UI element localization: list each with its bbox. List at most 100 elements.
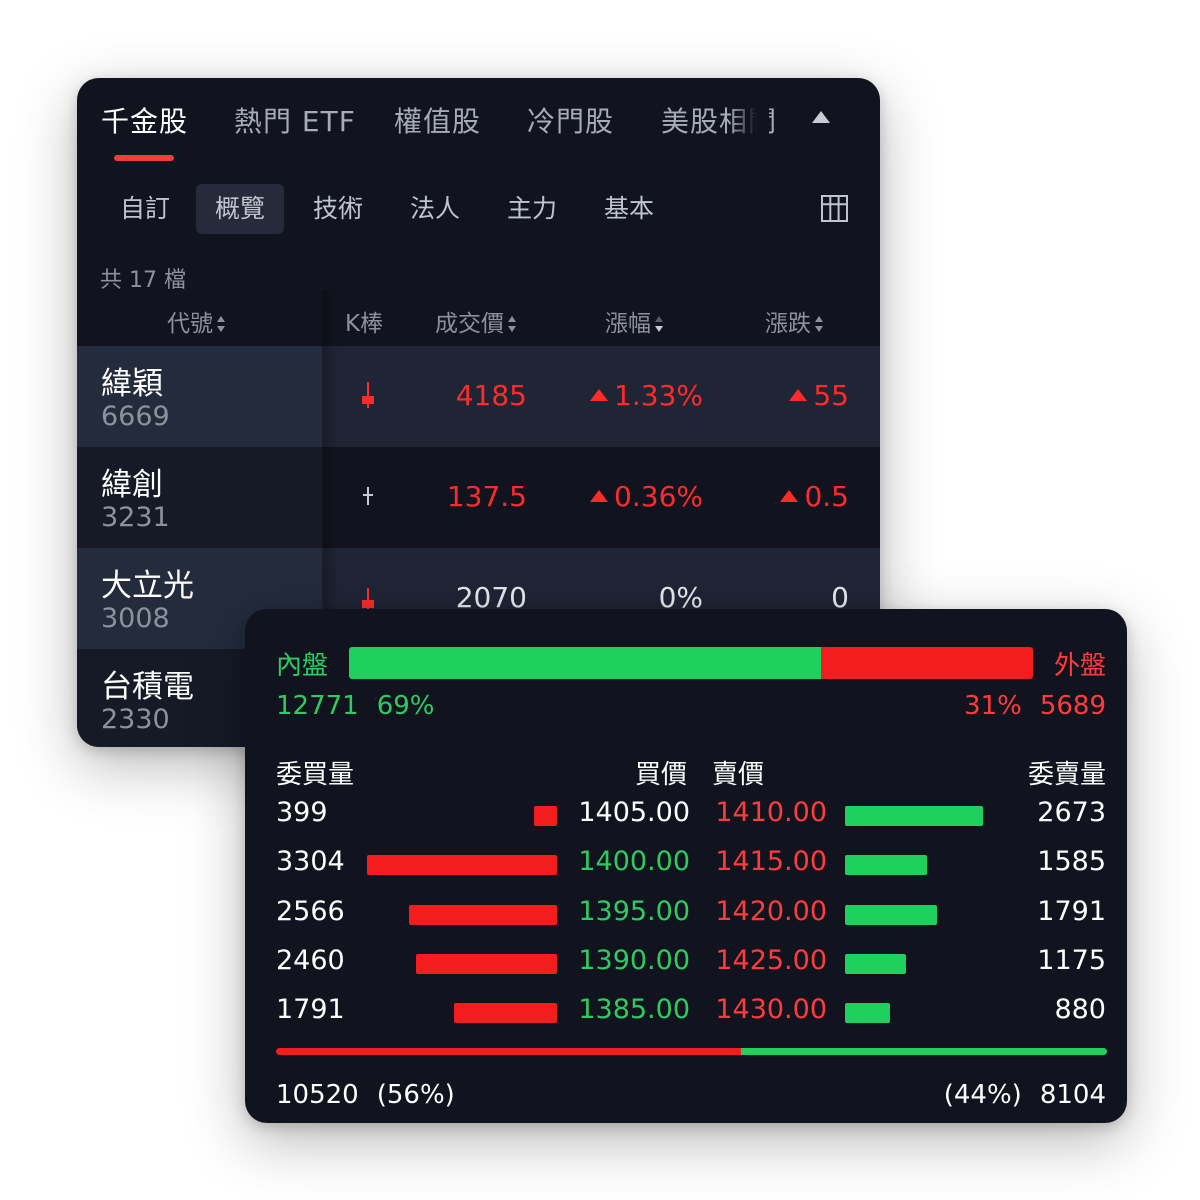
bid-volume-bar [415, 953, 557, 974]
column-header-code[interactable]: 代號 [167, 304, 226, 338]
candlestick-icon [362, 382, 374, 408]
ask-price[interactable]: 1425.00 [715, 945, 827, 976]
sort-icon [815, 316, 824, 332]
tab-unpopular-stocks[interactable]: 冷門股 [527, 100, 614, 140]
ask-price-header: 賣價 [712, 760, 765, 790]
up-arrow-icon [780, 490, 799, 502]
up-arrow-icon [590, 389, 609, 401]
order-book-panel: 內盤 外盤 12771 69% 31% 5689 委買量 買價 賣價 委賣量 399… [245, 609, 1127, 1123]
inner-volume-label: 內盤 [276, 651, 329, 681]
column-header-change-pct-label: 漲幅 [605, 311, 651, 337]
bid-volume: 3304 [276, 846, 345, 878]
ask-price[interactable]: 1410.00 [715, 797, 827, 828]
ask-price[interactable]: 1415.00 [715, 846, 827, 877]
stock-count: 共 17 檔 [100, 268, 186, 293]
stock-name-cell: 緯創 3231 [77, 447, 323, 548]
column-header-price[interactable]: 成交價 [435, 304, 517, 338]
bid-price[interactable]: 1390.00 [578, 945, 690, 976]
stock-change-pct-value: 0.36% [614, 480, 703, 513]
sort-icon [217, 316, 226, 332]
stock-row[interactable]: 緯穎 6669 4185 1.33% 55 [77, 346, 880, 447]
ask-volume-bar [845, 855, 927, 876]
candlestick-icon [363, 487, 373, 505]
bid-volume-bar [454, 1003, 557, 1024]
subtab-institutional[interactable]: 法人 [391, 184, 479, 234]
bid-volume: 2460 [276, 944, 345, 976]
column-header-price-label: 成交價 [435, 311, 504, 337]
ask-volume: 1175 [1037, 944, 1106, 976]
ask-price[interactable]: 1420.00 [715, 896, 827, 927]
inner-ratio-fill [349, 647, 821, 679]
bid-price[interactable]: 1395.00 [578, 896, 690, 927]
ask-volume-bar [845, 904, 938, 925]
total-ask: (44%) 8104 [944, 1080, 1106, 1110]
tab-weighted-stocks[interactable]: 權值股 [394, 100, 481, 140]
ask-volume-bar [845, 953, 906, 974]
stock-change-pct: 1.33% [590, 379, 703, 412]
column-header-change-pct[interactable]: 漲幅 [605, 304, 664, 338]
total-ask-fill [741, 1048, 1107, 1055]
stock-row[interactable]: 緯創 3231 137.5 0.36% 0.5 [77, 447, 880, 548]
order-book-row[interactable]: 3304 1400.00 1415.00 1585 [245, 846, 1127, 895]
subtab-fundamentals[interactable]: 基本 [585, 184, 673, 234]
bid-volume: 2566 [276, 895, 345, 927]
up-arrow-icon [789, 389, 808, 401]
column-header-change[interactable]: 漲跌 [765, 304, 824, 338]
grid-layout-icon[interactable] [821, 195, 848, 222]
outer-ratio-fill [820, 647, 1033, 679]
bid-volume: 1791 [276, 994, 345, 1026]
subtab-major-players[interactable]: 主力 [488, 184, 576, 234]
stock-change-pct: 0.36% [590, 480, 703, 513]
view-subtabs: 自訂 概覽 技術 法人 主力 基本 [77, 184, 880, 234]
stock-change-value: 55 [813, 379, 849, 412]
category-tabs: 千金股 熱門 ETF 權值股 冷門股 美股相關 [77, 78, 880, 168]
ask-price[interactable]: 1430.00 [715, 994, 827, 1025]
ask-volume: 880 [1054, 994, 1106, 1026]
total-bid-pct: (56%) [376, 1080, 455, 1110]
order-book-row[interactable]: 2566 1395.00 1420.00 1791 [245, 896, 1127, 945]
stock-price: 4185 [455, 379, 527, 412]
ask-volume: 1791 [1037, 895, 1106, 927]
bid-volume-bar [409, 904, 557, 925]
column-header-change-label: 漲跌 [765, 311, 811, 337]
stock-name: 大立光 [101, 568, 194, 604]
inner-stats: 12771 69% [276, 691, 435, 721]
candlestick-icon [362, 588, 374, 610]
outer-volume-label: 外盤 [1053, 651, 1106, 681]
stock-code: 3231 [101, 502, 170, 533]
outer-stats: 31% 5689 [964, 691, 1106, 721]
ask-volume-bar [845, 806, 983, 826]
order-book-row[interactable]: 399 1405.00 1410.00 2673 [245, 797, 1127, 846]
stock-change-pct-value: 1.33% [614, 379, 703, 412]
stock-code: 2330 [101, 704, 170, 735]
stock-name: 台積電 [101, 669, 194, 705]
order-book-row[interactable]: 1791 1385.00 1430.00 880 [245, 994, 1127, 1043]
bid-volume: 399 [276, 797, 328, 828]
subtab-technical[interactable]: 技術 [294, 184, 382, 234]
outer-pct: 31% [964, 691, 1022, 721]
ask-volume: 1585 [1037, 846, 1106, 878]
stock-price: 137.5 [446, 480, 527, 513]
total-bid-volume: 10520 [276, 1080, 359, 1110]
ask-volume-bar [845, 1003, 891, 1024]
stock-change-value: 0.5 [804, 480, 849, 513]
total-ask-volume: 8104 [1039, 1080, 1106, 1110]
order-book-row[interactable]: 2460 1390.00 1425.00 1175 [245, 945, 1127, 994]
ask-volume: 2673 [1037, 797, 1106, 828]
bid-volume-bar [367, 855, 557, 876]
tab-hot-etf[interactable]: 熱門 ETF [234, 100, 356, 140]
collapse-tabs-icon[interactable] [812, 111, 830, 123]
stock-name: 緯穎 [101, 366, 163, 402]
bid-price[interactable]: 1385.00 [578, 994, 690, 1025]
bid-price[interactable]: 1405.00 [578, 797, 690, 828]
subtab-overview[interactable]: 概覽 [196, 184, 285, 234]
tab-thousand-dollar-stocks[interactable]: 千金股 [101, 100, 188, 140]
bid-price[interactable]: 1400.00 [578, 846, 690, 877]
total-bid-fill [276, 1048, 742, 1055]
sort-desc-icon [655, 316, 664, 332]
subtab-custom[interactable]: 自訂 [101, 184, 189, 234]
bid-price-header: 買價 [635, 760, 688, 790]
tab-overflow-fade [729, 96, 769, 140]
column-header-kbar: K棒 [345, 311, 384, 337]
stock-code: 6669 [101, 401, 170, 432]
